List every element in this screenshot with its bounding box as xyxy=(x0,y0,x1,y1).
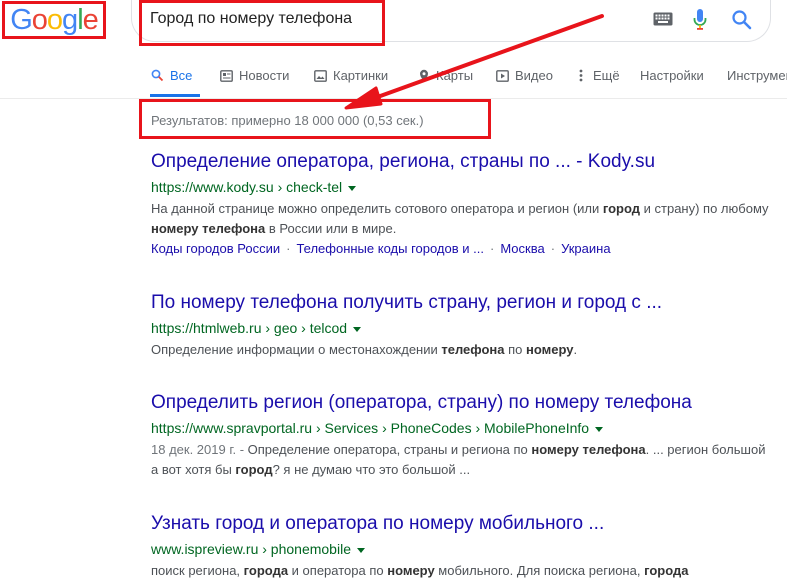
snippet-highlight: номеру телефона xyxy=(151,221,266,236)
result-snippet: Определение информации о местонахождении… xyxy=(151,340,771,360)
search-icon[interactable] xyxy=(731,9,753,36)
video-icon xyxy=(496,69,509,82)
result-snippet: поиск региона, города и оператора по ном… xyxy=(151,561,771,581)
caret-down-icon[interactable] xyxy=(348,185,357,191)
snippet-text: ? я не думаю что это большой ... xyxy=(272,462,471,477)
search-result: По номеру телефона получить страну, реги… xyxy=(151,292,771,360)
result-date: 18 дек. 2019 г. - xyxy=(151,442,248,457)
tab-label: Настройки xyxy=(640,68,704,83)
query-highlight-frame xyxy=(139,0,385,46)
separator: · xyxy=(550,241,556,256)
result-title-link[interactable]: По номеру телефона получить страну, реги… xyxy=(151,292,771,314)
logo-letter: g xyxy=(62,3,78,36)
result-title-link[interactable]: Узнать город и оператора по номеру мобил… xyxy=(151,513,771,535)
active-tab-indicator xyxy=(150,94,200,97)
tab-news[interactable]: Новости xyxy=(220,68,289,83)
result-title-link[interactable]: Определение оператора, региона, страны п… xyxy=(151,151,771,173)
snippet-text: в России или в мире. xyxy=(265,221,397,236)
result-url[interactable]: https://htmlweb.ru › geo › telcod xyxy=(151,318,771,338)
search-result: Определение оператора, региона, страны п… xyxy=(151,151,771,259)
sitelink[interactable]: Украина xyxy=(561,241,611,256)
tab-label: Видео xyxy=(515,68,553,83)
logo-letter: G xyxy=(10,3,33,36)
search-result: Узнать город и оператора по номеру мобил… xyxy=(151,513,771,581)
snippet-text: Определение оператора, страны и региона … xyxy=(247,442,532,457)
tab-all[interactable]: Все xyxy=(151,68,192,83)
tab-tools[interactable]: Инструменты xyxy=(727,68,787,83)
tab-images[interactable]: Картинки xyxy=(314,68,388,83)
result-snippet: 18 дек. 2019 г. - Определение оператора,… xyxy=(151,440,771,480)
keyboard-icon[interactable] xyxy=(653,12,673,31)
tab-label: Картинки xyxy=(333,68,389,83)
tab-video[interactable]: Видео xyxy=(496,68,553,83)
tab-maps[interactable]: Карты xyxy=(417,68,473,83)
result-stats: Результатов: примерно 18 000 000 (0,53 с… xyxy=(151,113,424,128)
google-logo[interactable]: Google xyxy=(2,1,106,39)
tab-label: Все xyxy=(170,68,193,83)
url-text: www.ispreview.ru › phonemobile xyxy=(151,541,351,557)
result-url[interactable]: www.ispreview.ru › phonemobile xyxy=(151,539,771,559)
snippet-highlight: номеру телефона xyxy=(531,442,646,457)
snippet-text: и оператора по xyxy=(288,563,388,578)
caret-down-icon[interactable] xyxy=(356,547,365,553)
snippet-text: и страну) по любому xyxy=(640,201,769,216)
separator: · xyxy=(286,241,291,256)
snippet-highlight: города xyxy=(243,563,289,578)
logo-letter: o xyxy=(31,3,48,36)
separator: · xyxy=(489,241,495,256)
search-result: Определить регион (оператора, страну) по… xyxy=(151,392,771,480)
url-text: https://www.spravportal.ru › Services › … xyxy=(151,420,590,436)
tab-label: Новости xyxy=(239,68,290,83)
tab-settings[interactable]: Настройки xyxy=(640,68,704,83)
snippet-highlight: номеру xyxy=(387,563,435,578)
caret-down-icon[interactable] xyxy=(595,426,604,432)
result-snippet: На данной странице можно определить сото… xyxy=(151,199,771,239)
news-icon xyxy=(220,69,233,82)
snippet-highlight: город xyxy=(602,201,641,216)
tab-more[interactable]: Ещё xyxy=(574,68,620,83)
logo-letter: o xyxy=(46,3,63,36)
snippet-text: мобильного. Для поиска региона, xyxy=(434,563,645,578)
snippet-text: . xyxy=(573,342,578,357)
snippet-highlight: номеру xyxy=(526,342,574,357)
sitelink[interactable]: Москва xyxy=(500,241,544,256)
microphone-icon[interactable] xyxy=(692,8,708,37)
map-pin-icon xyxy=(417,69,430,82)
snippet-highlight: телефона xyxy=(441,342,505,357)
snippet-text: по xyxy=(504,342,527,357)
sitelink[interactable]: Телефонные коды городов и ... xyxy=(296,241,484,256)
tab-label: Инструменты xyxy=(727,68,787,83)
url-text: https://htmlweb.ru › geo › telcod xyxy=(151,320,348,336)
snippet-text: Определение информации о местонахождении xyxy=(151,342,442,357)
snippet-highlight: город xyxy=(235,462,273,477)
snippet-highlight: города xyxy=(644,563,689,578)
image-icon xyxy=(314,69,327,82)
sitelinks: Коды городов России · Телефонные коды горо… xyxy=(151,239,771,259)
search-icon xyxy=(151,69,164,82)
result-url[interactable]: https://www.kody.su › check-tel xyxy=(151,177,771,197)
tab-label: Карты xyxy=(436,68,474,83)
result-url[interactable]: https://www.spravportal.ru › Services › … xyxy=(151,418,771,438)
more-icon xyxy=(574,69,587,82)
search-tabs: Все Новости Картинки Карты Видео Ещё Нас… xyxy=(0,60,787,99)
snippet-text: На данной странице можно определить сото… xyxy=(151,201,603,216)
sitelink[interactable]: Коды городов России xyxy=(151,241,280,256)
tab-label: Ещё xyxy=(593,68,620,83)
snippet-text: поиск региона, xyxy=(151,563,244,578)
logo-letter: e xyxy=(82,3,99,36)
caret-down-icon[interactable] xyxy=(353,326,362,332)
url-text: https://www.kody.su › check-tel xyxy=(151,179,343,195)
result-title-link[interactable]: Определить регион (оператора, страну) по… xyxy=(151,392,771,414)
